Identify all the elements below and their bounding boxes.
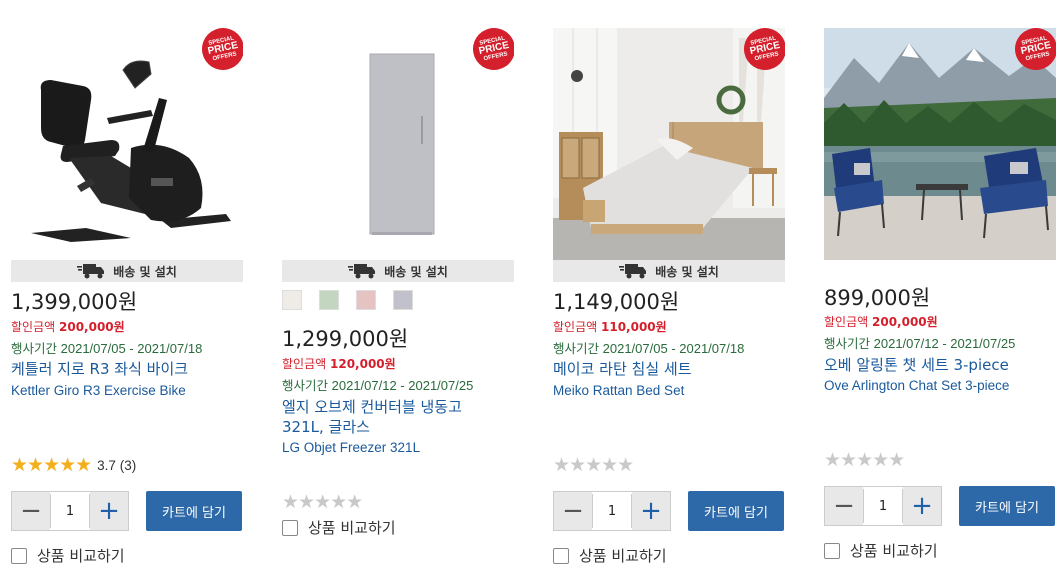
compare-checkbox[interactable]: 상품 비교하기 xyxy=(553,545,667,566)
compare-label: 상품 비교하기 xyxy=(850,542,938,560)
period-label: 행사기간 xyxy=(11,341,58,356)
quantity-stepper: − 1 + xyxy=(824,486,942,526)
rating-stars[interactable]: ★★★★★ xyxy=(282,491,363,513)
star-rating-icons: ★★★★★ xyxy=(11,454,92,476)
checkbox-icon[interactable] xyxy=(553,547,569,564)
compare-label: 상품 비교하기 xyxy=(308,519,396,537)
product-name-en[interactable]: LG Objet Freezer 321L xyxy=(282,440,514,455)
discount-label: 할인금액 xyxy=(282,357,327,371)
compare-checkbox[interactable]: 상품 비교하기 xyxy=(282,517,396,538)
review-count: (3) xyxy=(119,457,137,473)
decrease-quantity-button[interactable]: − xyxy=(825,487,863,525)
product-name-en[interactable]: Ove Arlington Chat Set 3-piece xyxy=(824,378,1056,393)
period-label: 행사기간 xyxy=(824,336,871,351)
product-name-ko[interactable]: 오베 알링톤 챗 세트 3-piece xyxy=(824,355,1056,375)
product-name-ko[interactable]: 케틀러 지로 R3 좌식 바이크 xyxy=(11,359,243,379)
compare-label: 상품 비교하기 xyxy=(579,547,667,565)
product-image-freezer[interactable]: SPECIAL PRICE OFFERS xyxy=(282,28,514,260)
rating-stars[interactable]: ★★★★★ xyxy=(824,449,905,471)
discount-value: 200,000원 xyxy=(59,320,125,334)
discount-value: 120,000원 xyxy=(330,357,396,371)
promo-period: 행사기간 2021/07/12 - 2021/07/25 xyxy=(282,375,473,394)
product-image-chat-set[interactable]: SPECIAL PRICE OFFERS xyxy=(824,28,1056,260)
discount-label: 할인금액 xyxy=(824,315,869,329)
color-swatches xyxy=(282,290,413,310)
quantity-stepper: − 1 + xyxy=(553,491,671,531)
quantity-stepper: − 1 + xyxy=(11,491,129,531)
period-value: 2021/07/05 - 2021/07/18 xyxy=(602,341,745,356)
product-name-ko[interactable]: 엘지 오브제 컨버터블 냉동고 321L, 글라스 xyxy=(282,397,497,437)
product-price: 899,000원 xyxy=(824,286,931,310)
swatch-gray[interactable] xyxy=(393,290,413,310)
period-value: 2021/07/12 - 2021/07/25 xyxy=(331,378,474,393)
product-price: 1,149,000원 xyxy=(553,290,680,314)
swatch-pink[interactable] xyxy=(356,290,376,310)
discount-label: 할인금액 xyxy=(553,320,598,334)
swatch-mint[interactable] xyxy=(319,290,339,310)
promo-period: 행사기간 2021/07/12 - 2021/07/25 xyxy=(824,333,1015,352)
star-rating-icons: ★★★★★ xyxy=(824,449,905,471)
compare-label: 상품 비교하기 xyxy=(37,547,125,565)
discount-amount: 할인금액 120,000원 xyxy=(282,355,396,372)
discount-amount: 할인금액 110,000원 xyxy=(553,318,667,335)
increase-quantity-button[interactable]: + xyxy=(90,492,128,530)
discount-amount: 할인금액 200,000원 xyxy=(11,318,125,335)
star-rating-icons: ★★★★★ xyxy=(282,491,363,513)
shipping-label: 배송 및 설치 xyxy=(113,264,177,279)
decrease-quantity-button[interactable]: − xyxy=(554,492,592,530)
decrease-quantity-button[interactable]: − xyxy=(12,492,50,530)
shipping-install-badge: 배송 및 설치 xyxy=(11,260,243,282)
checkbox-icon[interactable] xyxy=(11,547,27,564)
shipping-install-badge: 배송 및 설치 xyxy=(282,260,514,282)
rating-text: 3.7 (3) xyxy=(97,457,137,473)
add-to-cart-button[interactable]: 카트에 담기 xyxy=(959,486,1055,526)
period-value: 2021/07/12 - 2021/07/25 xyxy=(873,336,1016,351)
truck-icon xyxy=(348,264,376,279)
compare-checkbox[interactable]: 상품 비교하기 xyxy=(824,540,938,561)
discount-value: 110,000원 xyxy=(601,320,667,334)
shipping-install-badge: 배송 및 설치 xyxy=(553,260,785,282)
shipping-label: 배송 및 설치 xyxy=(655,264,719,279)
product-name-en[interactable]: Kettler Giro R3 Exercise Bike xyxy=(11,383,243,398)
star-rating-icons: ★★★★★ xyxy=(553,454,634,476)
period-label: 행사기간 xyxy=(282,378,329,393)
quantity-input[interactable]: 1 xyxy=(592,494,632,528)
discount-amount: 할인금액 200,000원 xyxy=(824,313,938,330)
period-label: 행사기간 xyxy=(553,341,600,356)
increase-quantity-button[interactable]: + xyxy=(903,487,941,525)
promo-period: 행사기간 2021/07/05 - 2021/07/18 xyxy=(11,338,202,357)
promo-period: 행사기간 2021/07/05 - 2021/07/18 xyxy=(553,338,744,357)
discount-label: 할인금액 xyxy=(11,320,56,334)
product-name-en[interactable]: Meiko Rattan Bed Set xyxy=(553,383,785,398)
checkbox-icon[interactable] xyxy=(282,519,298,536)
period-value: 2021/07/05 - 2021/07/18 xyxy=(60,341,203,356)
truck-icon xyxy=(77,264,105,279)
discount-value: 200,000원 xyxy=(872,315,938,329)
increase-quantity-button[interactable]: + xyxy=(632,492,670,530)
truck-icon xyxy=(619,264,647,279)
quantity-input[interactable]: 1 xyxy=(50,494,90,528)
add-to-cart-button[interactable]: 카트에 담기 xyxy=(688,491,784,531)
shipping-label: 배송 및 설치 xyxy=(384,264,448,279)
quantity-input[interactable]: 1 xyxy=(863,489,903,523)
product-name-ko[interactable]: 메이코 라탄 침실 세트 xyxy=(553,359,785,379)
checkbox-icon[interactable] xyxy=(824,542,840,559)
compare-checkbox[interactable]: 상품 비교하기 xyxy=(11,545,125,566)
swatch-beige[interactable] xyxy=(282,290,302,310)
product-image-bike[interactable]: SPECIAL PRICE OFFERS xyxy=(11,28,243,260)
product-price: 1,299,000원 xyxy=(282,327,409,351)
add-to-cart-button[interactable]: 카트에 담기 xyxy=(146,491,242,531)
product-image-bed[interactable]: SPECIAL PRICE OFFERS xyxy=(553,28,785,260)
product-price: 1,399,000원 xyxy=(11,290,138,314)
rating-stars[interactable]: ★★★★★ 3.7 (3) xyxy=(11,454,136,476)
rating-stars[interactable]: ★★★★★ xyxy=(553,454,634,476)
